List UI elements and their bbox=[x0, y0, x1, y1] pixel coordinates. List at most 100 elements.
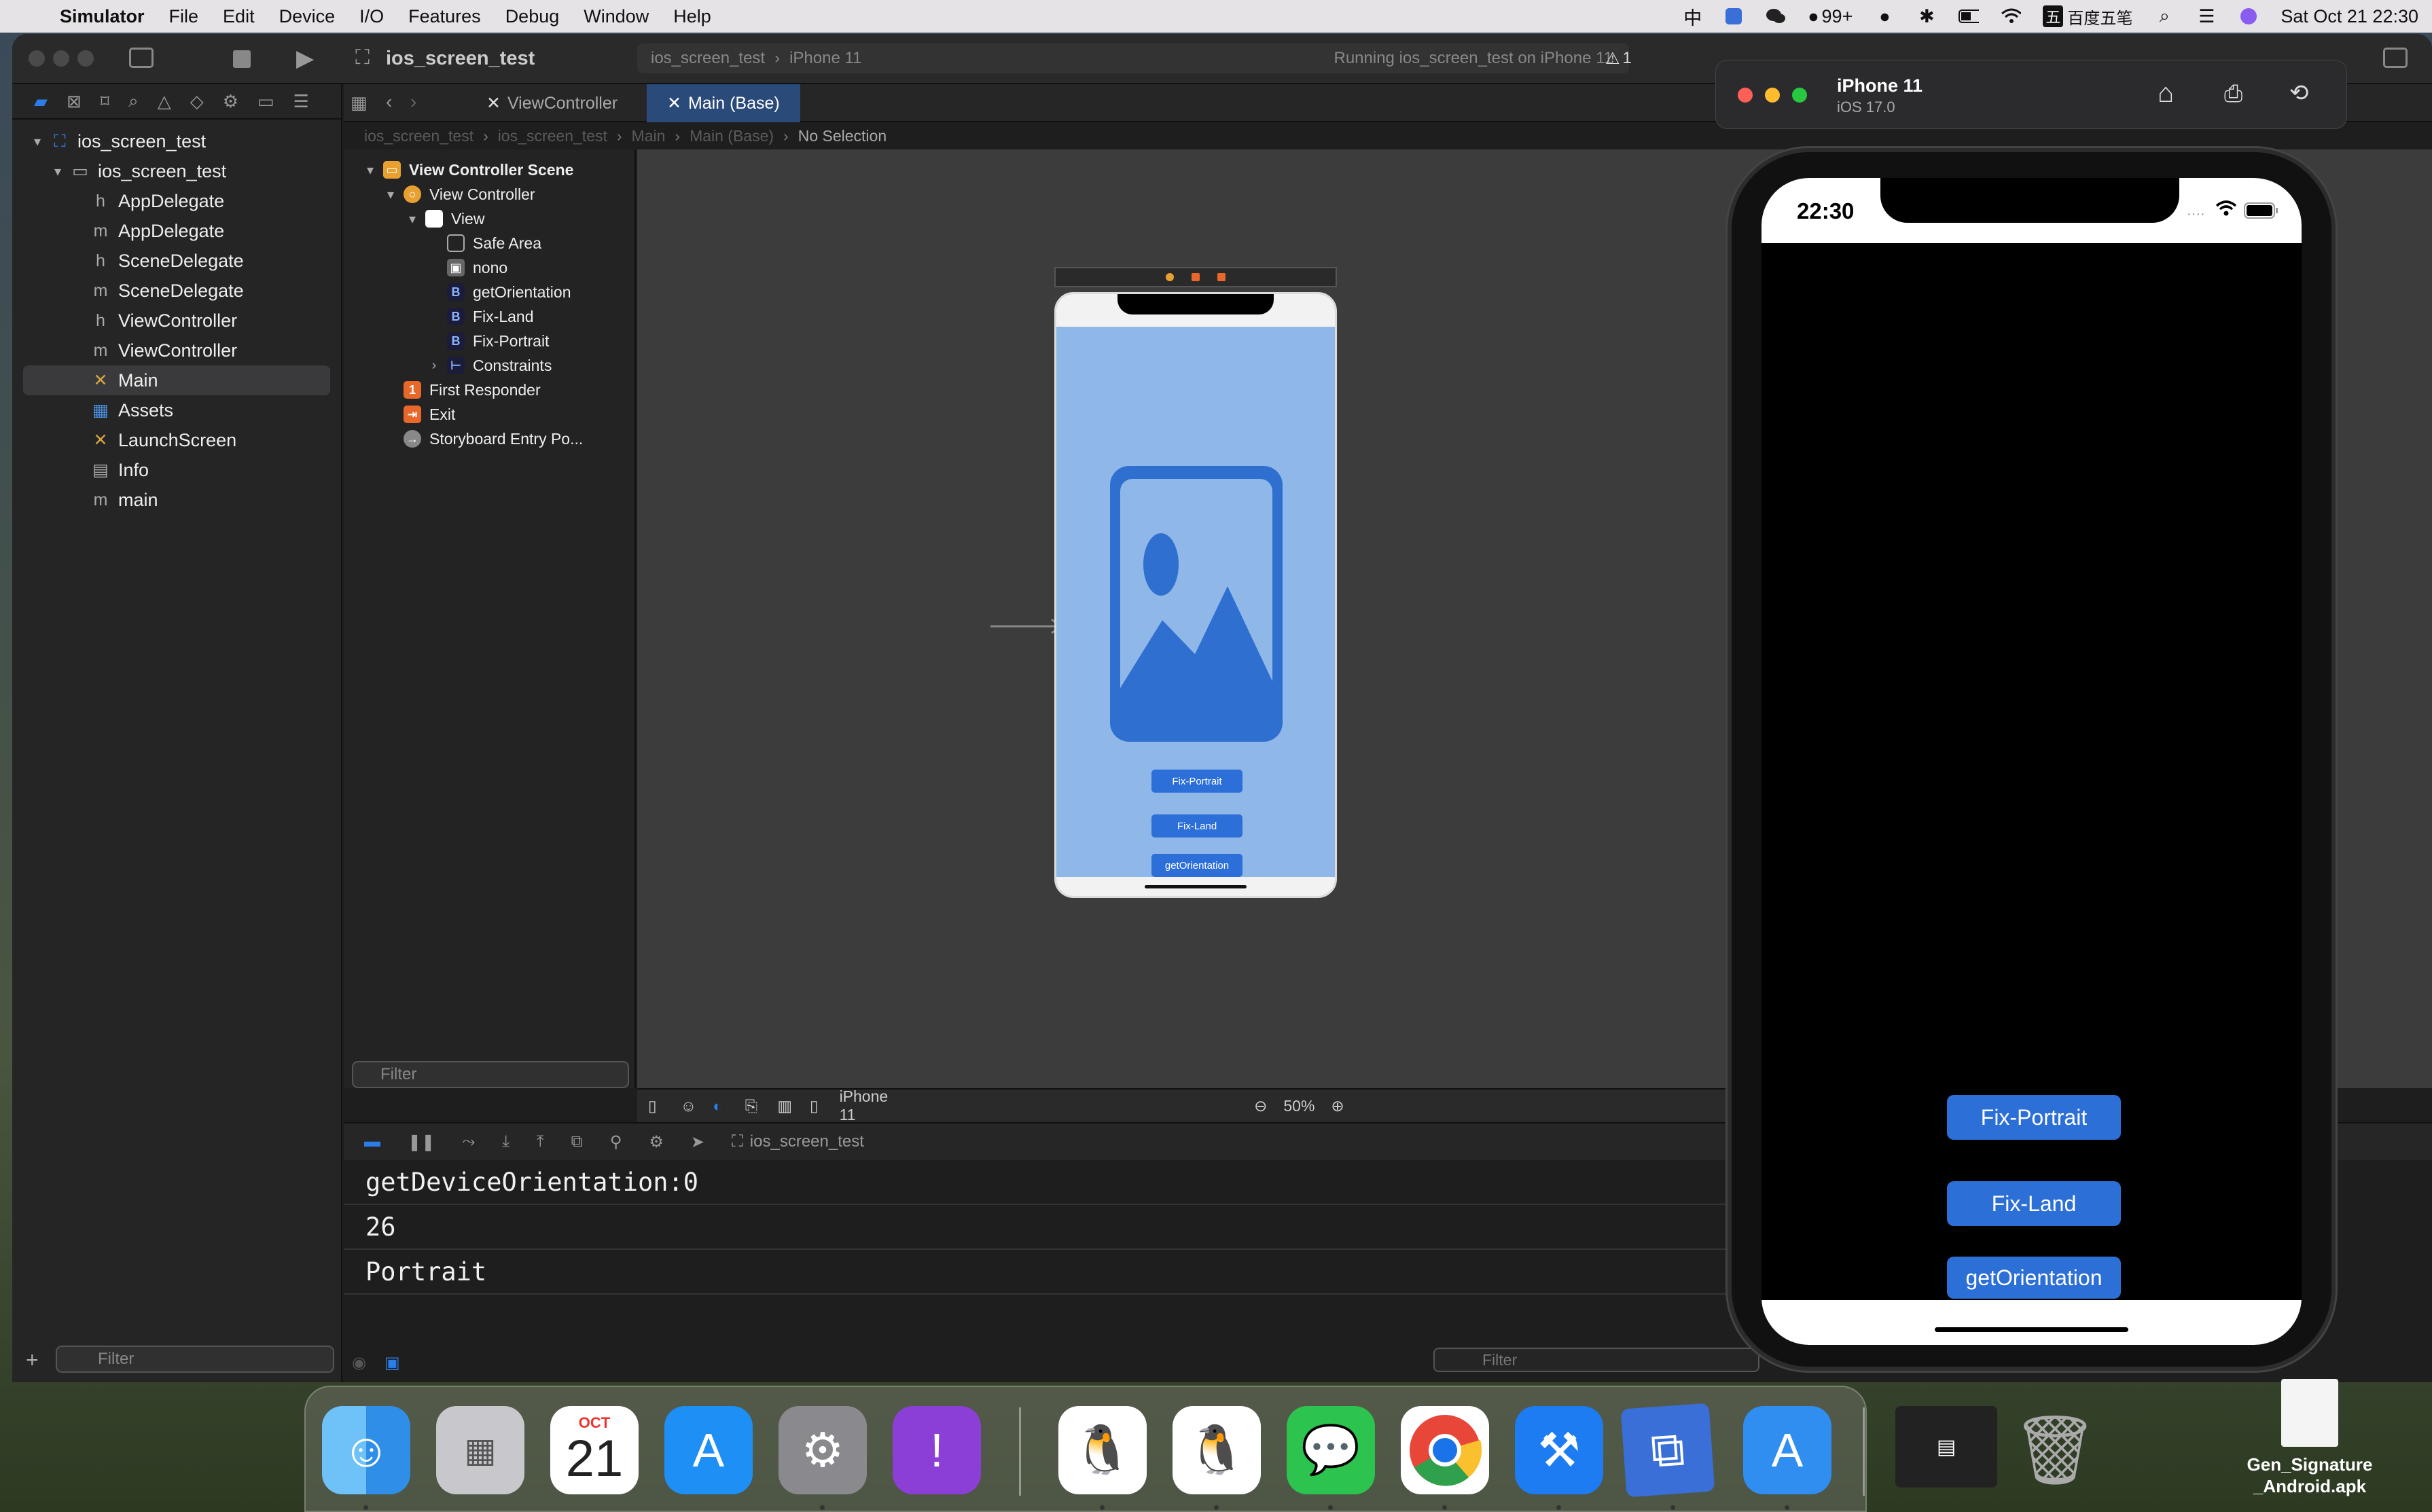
instruments-icon[interactable]: ⧉ bbox=[1620, 1403, 1715, 1498]
jump-selection[interactable]: No Selection bbox=[798, 127, 887, 145]
outline-item[interactable]: Safe Area bbox=[363, 231, 634, 255]
debug-target[interactable]: ⛶ ios_screen_test bbox=[732, 1132, 864, 1151]
step-out-icon[interactable]: ⤒ bbox=[537, 1132, 544, 1151]
jump-project[interactable]: ios_screen_test bbox=[364, 127, 473, 145]
add-file-icon[interactable]: + bbox=[26, 1348, 39, 1373]
chrome-icon[interactable] bbox=[1401, 1406, 1489, 1494]
outline-filter-input[interactable]: Filter bbox=[352, 1061, 629, 1088]
bookmark-icon[interactable]: ⌑ bbox=[101, 91, 109, 112]
tree-file-selected[interactable]: ✕ Main bbox=[23, 365, 330, 395]
minimize-simulator-button[interactable] bbox=[1765, 88, 1780, 103]
tree-file[interactable]: h ViewController bbox=[30, 306, 330, 336]
sb-get-orientation-button[interactable]: getOrientation bbox=[1151, 854, 1242, 877]
sim-home-indicator[interactable] bbox=[1935, 1327, 2128, 1332]
system-settings-icon[interactable]: ⚙ bbox=[779, 1406, 867, 1494]
qq-icon[interactable]: 🐧 bbox=[1173, 1406, 1261, 1494]
step-over-icon[interactable]: ⤳ bbox=[462, 1132, 475, 1151]
screenshot-camera-icon[interactable]: ⎙ bbox=[2224, 81, 2242, 107]
calendar-icon[interactable]: OCT 21 bbox=[550, 1406, 639, 1494]
tab-viewcontroller[interactable]: ✕ ViewController bbox=[466, 84, 638, 122]
forward-icon[interactable]: › bbox=[410, 91, 416, 113]
storyboard-phone[interactable]: Fix-Portrait Fix-Land getOrientation bbox=[1054, 292, 1337, 898]
wifi-icon[interactable] bbox=[2001, 6, 2022, 26]
outline-exit[interactable]: ⇥ Exit bbox=[363, 402, 634, 427]
view-controller-dock-icon[interactable] bbox=[1166, 273, 1174, 281]
breakpoints-toggle-icon[interactable]: ▬ bbox=[364, 1132, 380, 1151]
report-icon[interactable]: ☰ bbox=[293, 91, 309, 112]
outline-item[interactable]: B Fix-Land bbox=[363, 304, 634, 329]
battery-icon[interactable] bbox=[1959, 6, 1980, 26]
bluetooth-icon[interactable]: ✱ bbox=[1916, 6, 1937, 26]
tree-file[interactable]: ▦ Assets bbox=[30, 395, 330, 425]
fix-portrait-button[interactable]: Fix-Portrait bbox=[1947, 1095, 2121, 1140]
zoom-out-icon[interactable]: ⊖ bbox=[1254, 1097, 1267, 1115]
outline-item[interactable]: B Fix-Portrait bbox=[363, 329, 634, 353]
sb-fix-land-button[interactable]: Fix-Land bbox=[1151, 814, 1242, 838]
screenshot-thumbnail-icon[interactable]: ▤ bbox=[1895, 1406, 1997, 1488]
qq-icon[interactable]: 🐧 bbox=[1058, 1406, 1147, 1494]
sb-fix-portrait-button[interactable]: Fix-Portrait bbox=[1151, 770, 1242, 793]
console-filter-input[interactable]: Filter bbox=[1433, 1348, 1759, 1372]
canvas-device-selector[interactable]: iPhone 11 bbox=[840, 1087, 908, 1124]
scheme-selector[interactable]: ios_screen_test bbox=[651, 49, 765, 68]
input-method-indicator[interactable]: 中 bbox=[1683, 3, 1702, 30]
launchpad-icon[interactable]: ▦ bbox=[436, 1406, 524, 1494]
jump-group[interactable]: ios_screen_test bbox=[498, 127, 607, 145]
step-into-icon[interactable]: ⤓ bbox=[502, 1132, 509, 1151]
menu-edit[interactable]: Edit bbox=[211, 6, 267, 27]
menu-features[interactable]: Features bbox=[396, 6, 493, 27]
wechat-status-icon[interactable] bbox=[1766, 6, 1786, 26]
warning-badge[interactable]: ⚠ 1 bbox=[1605, 49, 1632, 69]
tree-file[interactable]: ▤ Info bbox=[30, 455, 330, 485]
memory-graph-icon[interactable]: ⚲ bbox=[610, 1132, 622, 1152]
layout-icon[interactable]: ▥ bbox=[777, 1097, 798, 1115]
outline-constraints[interactable]: › ⊢ Constraints bbox=[363, 353, 634, 378]
close-simulator-button[interactable] bbox=[1738, 88, 1753, 103]
tree-project-root[interactable]: ▾ ⛶ ios_screen_test bbox=[30, 126, 330, 156]
menu-help[interactable]: Help bbox=[661, 6, 723, 27]
wechat-icon[interactable]: 💬 bbox=[1287, 1406, 1375, 1494]
appearance-icon[interactable]: ◐ bbox=[713, 1097, 733, 1115]
outline-view[interactable]: ▾ View bbox=[363, 206, 634, 231]
menu-window[interactable]: Window bbox=[571, 6, 661, 27]
menu-io[interactable]: I/O bbox=[347, 6, 396, 27]
rotate-icon[interactable]: ⟲ bbox=[2289, 79, 2309, 107]
jump-localization[interactable]: Main (Base) bbox=[690, 127, 774, 145]
tree-file[interactable]: h SceneDelegate bbox=[30, 246, 330, 276]
siri-icon[interactable] bbox=[2238, 6, 2259, 26]
tree-file[interactable]: ✕ LaunchScreen bbox=[30, 425, 330, 455]
stop-icon[interactable] bbox=[233, 50, 251, 68]
exit-dock-icon[interactable] bbox=[1217, 273, 1226, 281]
debug-icon[interactable]: ⚙ bbox=[223, 91, 238, 112]
minimize-window-button[interactable] bbox=[53, 50, 69, 67]
console-toggle-icon[interactable]: ▣ bbox=[385, 1353, 400, 1373]
tree-file[interactable]: m AppDelegate bbox=[30, 216, 330, 246]
navigator-filter-input[interactable]: Filter bbox=[56, 1346, 334, 1373]
tree-group[interactable]: ▾ ▭ ios_screen_test bbox=[30, 156, 330, 186]
control-center-icon[interactable]: ☰ bbox=[2196, 6, 2217, 26]
ime-status[interactable]: 五百度五笔 bbox=[2043, 5, 2132, 29]
close-tab-icon[interactable]: ✕ bbox=[486, 93, 501, 113]
find-icon[interactable]: ⌕ bbox=[128, 90, 139, 112]
tree-file[interactable]: m ViewController bbox=[30, 336, 330, 365]
tab-main-base[interactable]: ✕ Main (Base) bbox=[647, 84, 800, 122]
destination-selector[interactable]: iPhone 11 bbox=[789, 49, 861, 68]
zoom-window-button[interactable] bbox=[77, 50, 94, 67]
orientation-icon[interactable]: ⎘ bbox=[745, 1097, 766, 1115]
breakpoint-icon[interactable]: ▭ bbox=[257, 91, 274, 112]
close-window-button[interactable] bbox=[29, 50, 45, 67]
menu-file[interactable]: File bbox=[157, 6, 211, 27]
outline-item[interactable]: BgetOrientation bbox=[363, 280, 634, 304]
menu-clock[interactable]: Sat Oct 21 22:30 bbox=[2281, 6, 2418, 27]
outline-scene[interactable]: ▾ ▭ View Controller Scene bbox=[363, 158, 634, 182]
get-orientation-button[interactable]: getOrientation bbox=[1947, 1257, 2121, 1299]
finder-icon[interactable]: ☺ bbox=[322, 1406, 410, 1494]
folder-icon[interactable]: ▰ bbox=[34, 91, 48, 112]
image-placeholder-icon[interactable] bbox=[1108, 464, 1285, 744]
home-icon[interactable]: ⌂ bbox=[2158, 78, 2174, 109]
inspector-toggle-icon[interactable] bbox=[2383, 48, 2408, 68]
issue-icon[interactable]: △ bbox=[158, 91, 171, 112]
desktop-file[interactable]: Gen_Signature_Android.apk bbox=[2235, 1379, 2384, 1512]
feedback-assistant-icon[interactable]: ! bbox=[893, 1406, 981, 1494]
trash-icon[interactable]: 🗑 bbox=[2011, 1406, 2099, 1494]
